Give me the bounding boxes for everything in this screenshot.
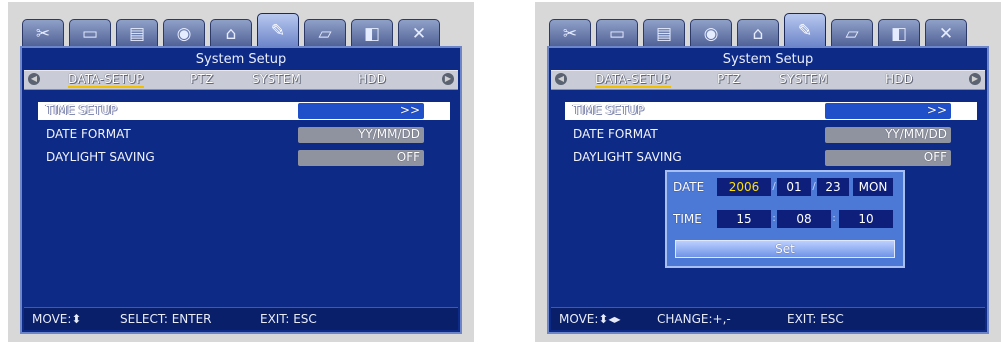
icon-tab-bar: ✂ ▭ ▤ ◉ ⌂ ✎ ▱ ◧ ✕ xyxy=(549,13,979,49)
change-hint: CHANGE:+,- xyxy=(657,312,731,326)
dvr-screen-right: ✂ ▭ ▤ ◉ ⌂ ✎ ▱ ◧ ✕ System Setup ◀ DATA-SE… xyxy=(535,2,1001,342)
monitor-icon[interactable]: ▭ xyxy=(596,19,638,49)
record-icon[interactable]: ◧ xyxy=(878,19,920,49)
second-field[interactable]: 10 xyxy=(839,210,893,228)
row-date-format[interactable]: DATE FORMAT YY/MM/DD xyxy=(565,126,977,144)
record-icon[interactable]: ◧ xyxy=(351,19,393,49)
date-label: DATE xyxy=(673,180,705,194)
date-separator: / xyxy=(812,181,816,192)
time-separator: : xyxy=(772,213,776,224)
tab-system[interactable]: SYSTEM xyxy=(779,72,828,86)
weekday-field: MON xyxy=(853,178,893,196)
hour-field[interactable]: 15 xyxy=(717,210,771,228)
row-label: DATE FORMAT xyxy=(46,127,131,141)
system-icon[interactable]: ✎ xyxy=(257,13,299,49)
tab-hdd[interactable]: HDD xyxy=(885,72,913,86)
day-field[interactable]: 23 xyxy=(817,178,849,196)
page-title: System Setup xyxy=(722,52,814,67)
arrow-right-icon[interactable]: ▶ xyxy=(442,73,454,85)
row-label: TIME SETUP xyxy=(573,103,645,117)
icon-tab-bar: ✂ ▭ ▤ ◉ ⌂ ✎ ▱ ◧ ✕ xyxy=(22,13,452,49)
row-label: TIME SETUP xyxy=(46,103,118,117)
help-footer: MOVE:⬍◂▸ CHANGE:+,- EXIT: ESC xyxy=(551,307,985,330)
row-daylight-saving[interactable]: DAYLIGHT SAVING OFF xyxy=(565,149,977,167)
arrow-right-icon[interactable]: ▶ xyxy=(969,73,981,85)
menu-screen: System Setup ◀ DATA-SETUP PTZ SYSTEM HDD… xyxy=(547,46,989,334)
set-button[interactable]: Set xyxy=(675,240,895,258)
move-arrows-icon: ⬍◂▸ xyxy=(598,312,621,326)
row-date-format[interactable]: DATE FORMAT YY/MM/DD xyxy=(38,126,450,144)
dvr-screen-left: ✂ ▭ ▤ ◉ ⌂ ✎ ▱ ◧ ✕ System Setup ◀ DATA-SE… xyxy=(8,2,474,342)
row-label: DATE FORMAT xyxy=(573,127,658,141)
time-setup-value[interactable]: >> xyxy=(825,103,951,119)
row-label: DAYLIGHT SAVING xyxy=(573,150,682,164)
close-icon[interactable]: ✕ xyxy=(925,19,967,49)
folder-icon[interactable]: ▱ xyxy=(831,19,873,49)
arrow-left-icon[interactable]: ◀ xyxy=(28,73,40,85)
tab-data-setup[interactable]: DATA-SETUP xyxy=(595,72,671,88)
minute-field[interactable]: 08 xyxy=(777,210,831,228)
tab-ptz[interactable]: PTZ xyxy=(717,72,740,86)
date-format-value[interactable]: YY/MM/DD xyxy=(298,127,424,143)
network-icon[interactable]: ⌂ xyxy=(737,19,779,49)
tools-icon[interactable]: ✂ xyxy=(549,19,591,49)
date-format-value[interactable]: YY/MM/DD xyxy=(825,127,951,143)
daylight-saving-value[interactable]: OFF xyxy=(825,150,951,166)
folder-icon[interactable]: ▱ xyxy=(304,19,346,49)
disk-icon[interactable]: ▤ xyxy=(116,19,158,49)
time-setup-dialog: DATE 2006 / 01 / 23 MON TIME 15 : 08 : 1… xyxy=(665,170,905,268)
time-label: TIME xyxy=(673,212,702,226)
page-title: System Setup xyxy=(195,52,287,67)
menu-screen: System Setup ◀ DATA-SETUP PTZ SYSTEM HDD… xyxy=(20,46,462,334)
row-label: DAYLIGHT SAVING xyxy=(46,150,155,164)
month-field[interactable]: 01 xyxy=(777,178,811,196)
tools-icon[interactable]: ✂ xyxy=(22,19,64,49)
monitor-icon[interactable]: ▭ xyxy=(69,19,111,49)
tab-ptz[interactable]: PTZ xyxy=(190,72,213,86)
exit-hint: EXIT: ESC xyxy=(260,312,317,326)
daylight-saving-value[interactable]: OFF xyxy=(298,150,424,166)
exit-hint: EXIT: ESC xyxy=(787,312,844,326)
row-time-setup[interactable]: TIME SETUP >> xyxy=(38,102,450,120)
network-icon[interactable]: ⌂ xyxy=(210,19,252,49)
arrow-left-icon[interactable]: ◀ xyxy=(555,73,567,85)
move-hint: MOVE:⬍◂▸ xyxy=(559,312,621,326)
close-icon[interactable]: ✕ xyxy=(398,19,440,49)
move-arrows-icon: ⬍ xyxy=(71,312,82,326)
tab-data-setup[interactable]: DATA-SETUP xyxy=(68,72,144,88)
submenu-bar: ◀ DATA-SETUP PTZ SYSTEM HDD ▶ xyxy=(24,70,458,90)
tab-hdd[interactable]: HDD xyxy=(358,72,386,86)
help-footer: MOVE:⬍ SELECT: ENTER EXIT: ESC xyxy=(24,307,458,330)
submenu-bar: ◀ DATA-SETUP PTZ SYSTEM HDD ▶ xyxy=(551,70,985,90)
time-setup-value[interactable]: >> xyxy=(298,103,424,119)
select-hint: SELECT: ENTER xyxy=(120,312,212,326)
row-daylight-saving[interactable]: DAYLIGHT SAVING OFF xyxy=(38,149,450,167)
camera-icon[interactable]: ◉ xyxy=(690,19,732,49)
disk-icon[interactable]: ▤ xyxy=(643,19,685,49)
year-field[interactable]: 2006 xyxy=(717,178,771,196)
system-icon[interactable]: ✎ xyxy=(784,13,826,49)
date-separator: / xyxy=(772,181,776,192)
camera-icon[interactable]: ◉ xyxy=(163,19,205,49)
tab-system[interactable]: SYSTEM xyxy=(252,72,301,86)
row-time-setup[interactable]: TIME SETUP >> xyxy=(565,102,977,120)
move-hint: MOVE:⬍ xyxy=(32,312,82,326)
time-separator: : xyxy=(832,213,836,224)
